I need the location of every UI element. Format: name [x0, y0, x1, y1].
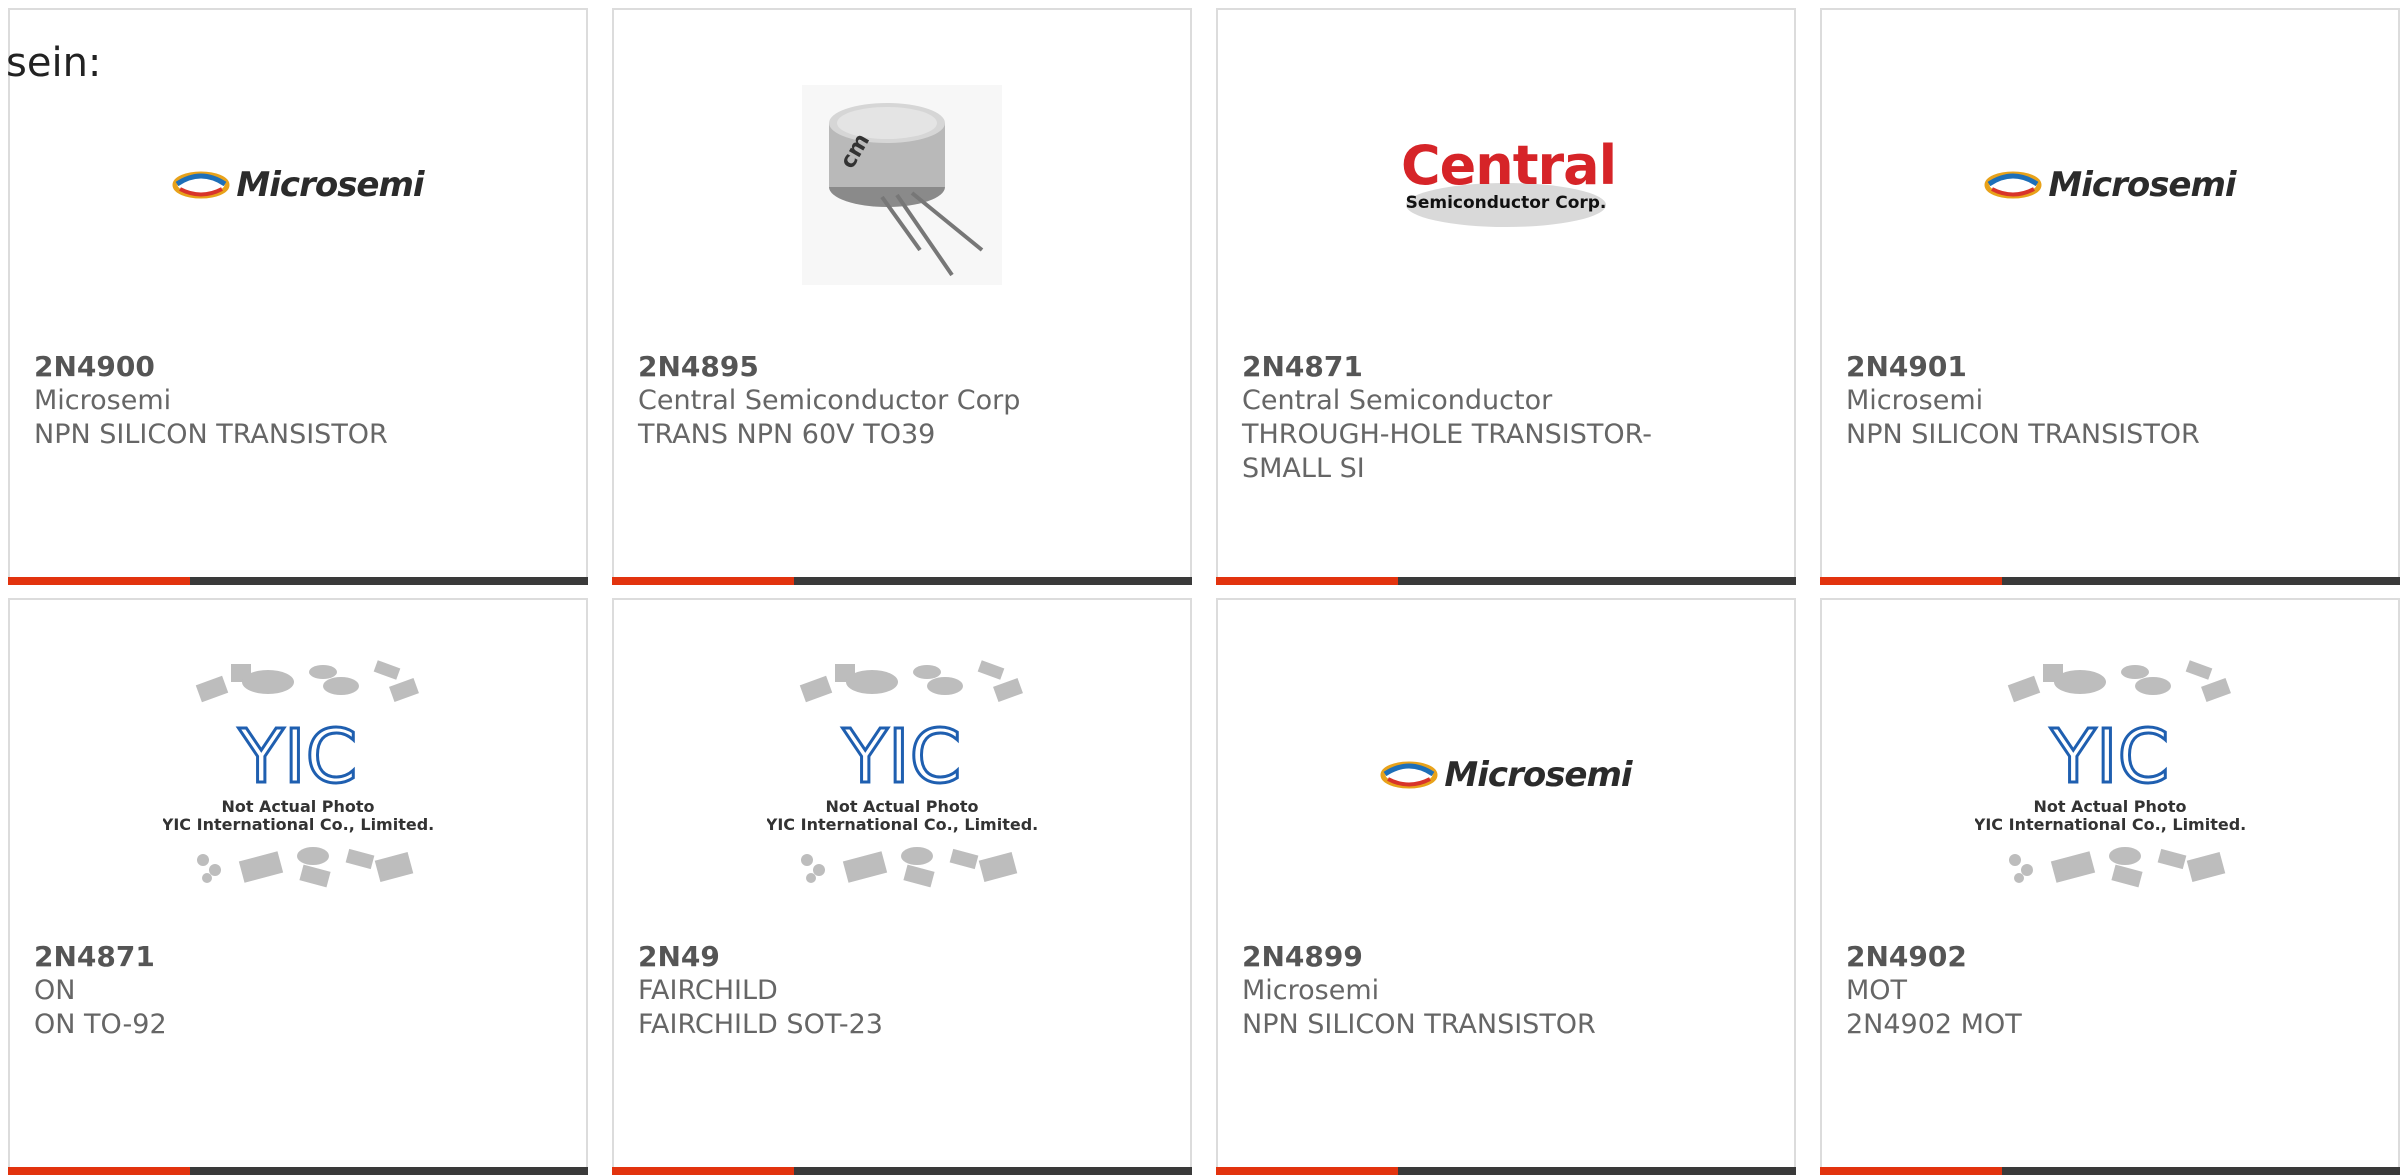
description: NPN SILICON TRANSISTOR: [1846, 419, 2200, 450]
manufacturer: Microsemi: [1242, 975, 1380, 1006]
yic-placeholder-icon: YIC Not Actual Photo YIC International C…: [163, 660, 433, 888]
microsemi-logo: Microsemi: [1380, 755, 1633, 795]
card-bar-accent: [8, 577, 190, 585]
logo-text: Central: [1401, 134, 1617, 197]
product-grid: Microsemi 2N4900 Microsemi NPN SILICON T…: [0, 0, 2400, 1175]
part-number[interactable]: 2N4901: [1846, 350, 2346, 384]
manufacturer: FAIRCHILD: [638, 975, 778, 1006]
to39-transistor-photo-icon: cm: [802, 85, 1002, 285]
svg-text:YIC: YIC: [2050, 714, 2170, 800]
microsemi-swoosh-icon: [1984, 171, 2042, 199]
manufacturer: Microsemi: [34, 385, 172, 416]
logo-text: Microsemi: [2048, 165, 2236, 205]
card-bar: [8, 577, 588, 585]
product-card[interactable]: Microsemi 2N4899 Microsemi NPN SILICON T…: [1216, 598, 1796, 1175]
description: TRANS NPN 60V TO39: [638, 419, 936, 450]
card-bar: [1216, 577, 1796, 585]
caption-line-2: YIC International Co., Limited.: [1975, 815, 2245, 834]
description: FAIRCHILD SOT-23: [638, 1009, 883, 1040]
description: NPN SILICON TRANSISTOR: [1242, 1009, 1596, 1040]
microsemi-logo: Microsemi: [172, 165, 425, 205]
yic-placeholder-icon: YIC Not Actual Photo YIC International C…: [767, 660, 1037, 888]
card-bar: [1820, 1167, 2400, 1175]
card-bar: [612, 1167, 1192, 1175]
card-bar-accent: [612, 577, 794, 585]
part-number[interactable]: 2N4899: [1242, 940, 1742, 974]
svg-text:YIC: YIC: [842, 714, 962, 800]
part-number[interactable]: 2N49: [638, 940, 1138, 974]
card-bar-accent: [612, 1167, 794, 1175]
part-number[interactable]: 2N4871: [34, 940, 534, 974]
central-logo: Central Semiconductor Corp.: [1401, 134, 1617, 235]
description: NPN SILICON TRANSISTOR: [34, 419, 388, 450]
page-label: sein:: [6, 40, 102, 86]
product-image[interactable]: cm: [614, 50, 1190, 320]
manufacturer: Microsemi: [1846, 385, 1984, 416]
yic-placeholder-icon: YIC Not Actual Photo YIC International C…: [1975, 660, 2245, 888]
description: THROUGH-HOLE TRANSISTOR-SMALL SI: [1242, 419, 1652, 484]
caption-line-1: Not Actual Photo: [825, 797, 978, 816]
product-image[interactable]: YIC Not Actual Photo YIC International C…: [1822, 640, 2398, 910]
manufacturer: Central Semiconductor: [1242, 385, 1553, 416]
product-image[interactable]: Microsemi: [1822, 50, 2398, 320]
product-card[interactable]: YIC Not Actual Photo YIC International C…: [612, 598, 1192, 1175]
card-bar: [8, 1167, 588, 1175]
card-bar-accent: [1820, 577, 2002, 585]
description: ON TO-92: [34, 1009, 167, 1040]
part-number[interactable]: 2N4871: [1242, 350, 1742, 384]
part-number[interactable]: 2N4900: [34, 350, 534, 384]
card-bar-accent: [1216, 577, 1398, 585]
card-bar-accent: [1820, 1167, 2002, 1175]
product-card[interactable]: Central Semiconductor Corp. 2N4871 Centr…: [1216, 8, 1796, 585]
card-bar-accent: [1216, 1167, 1398, 1175]
manufacturer: Central Semiconductor Corp: [638, 385, 1021, 416]
microsemi-swoosh-icon: [1380, 761, 1438, 789]
card-bar: [1216, 1167, 1796, 1175]
product-card[interactable]: Microsemi 2N4901 Microsemi NPN SILICON T…: [1820, 8, 2400, 585]
product-card[interactable]: YIC Not Actual Photo YIC International C…: [1820, 598, 2400, 1175]
logo-text: Microsemi: [236, 165, 424, 205]
product-card[interactable]: YIC Not Actual Photo YIC International C…: [8, 598, 588, 1175]
caption-line-1: Not Actual Photo: [221, 797, 374, 816]
caption-line-1: Not Actual Photo: [2033, 797, 2186, 816]
manufacturer: MOT: [1846, 975, 1908, 1006]
caption-line-2: YIC International Co., Limited.: [767, 815, 1037, 834]
product-card[interactable]: cm 2N4895 Central Semiconductor Corp TRA…: [612, 8, 1192, 585]
caption-line-2: YIC International Co., Limited.: [163, 815, 433, 834]
microsemi-swoosh-icon: [172, 171, 230, 199]
product-image[interactable]: YIC Not Actual Photo YIC International C…: [614, 640, 1190, 910]
microsemi-logo: Microsemi: [1984, 165, 2237, 205]
card-bar: [612, 577, 1192, 585]
logo-text: Microsemi: [1444, 755, 1632, 795]
description: 2N4902 MOT: [1846, 1009, 2022, 1040]
svg-text:YIC: YIC: [238, 714, 358, 800]
part-number[interactable]: 2N4902: [1846, 940, 2346, 974]
product-image[interactable]: Central Semiconductor Corp.: [1218, 50, 1794, 320]
logo-subtext: Semiconductor Corp.: [1405, 193, 1607, 213]
manufacturer: ON: [34, 975, 76, 1006]
part-number[interactable]: 2N4895: [638, 350, 1138, 384]
product-image[interactable]: Microsemi: [10, 50, 586, 320]
card-bar-accent: [8, 1167, 190, 1175]
card-bar: [1820, 577, 2400, 585]
product-card[interactable]: Microsemi 2N4900 Microsemi NPN SILICON T…: [8, 8, 588, 585]
product-image[interactable]: YIC Not Actual Photo YIC International C…: [10, 640, 586, 910]
product-image[interactable]: Microsemi: [1218, 640, 1794, 910]
